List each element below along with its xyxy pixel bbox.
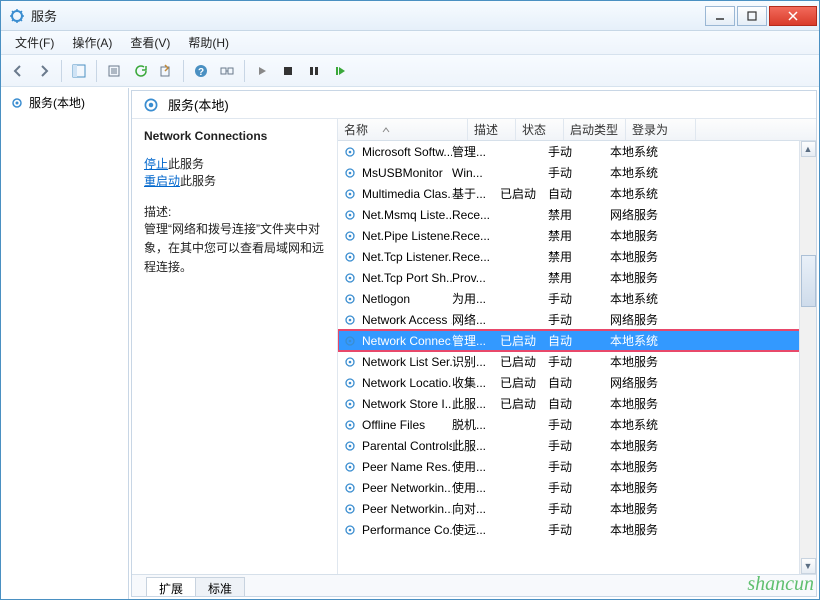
menu-help[interactable]: 帮助(H): [180, 31, 237, 54]
content-area: 服务(本地) 服务(本地) Network Connections 停止此服务 …: [1, 87, 819, 599]
col-logon[interactable]: 登录为: [626, 119, 696, 140]
scroll-down-button[interactable]: ▼: [801, 558, 816, 574]
tree-node-label: 服务(本地): [29, 94, 85, 111]
tab-extended[interactable]: 扩展: [146, 577, 196, 596]
service-row[interactable]: Peer Networkin...使用...手动本地服务: [338, 477, 816, 498]
menu-file[interactable]: 文件(F): [7, 31, 62, 54]
pause-service-button[interactable]: [303, 60, 325, 82]
scroll-thumb[interactable]: [801, 255, 816, 307]
col-status[interactable]: 状态: [516, 119, 564, 140]
panel-title: 服务(本地): [168, 95, 229, 114]
service-row[interactable]: Network Connec...管理...已启动自动本地系统: [338, 330, 816, 351]
maximize-button[interactable]: [737, 6, 767, 26]
restart-service-button[interactable]: [329, 60, 351, 82]
service-row[interactable]: Parental Controls此服...手动本地服务: [338, 435, 816, 456]
close-button[interactable]: [769, 6, 817, 26]
col-startup[interactable]: 启动类型: [564, 119, 626, 140]
description-text: 管理“网络和拨号连接”文件夹中对象，在其中您可以查看局域网和远程连接。: [144, 220, 325, 278]
vertical-scrollbar[interactable]: ▲ ▼: [799, 141, 816, 574]
service-row[interactable]: Network List Ser...识别...已启动手动本地服务: [338, 351, 816, 372]
service-row[interactable]: Offline Files脱机...手动本地系统: [338, 414, 816, 435]
tree-pane: 服务(本地): [1, 88, 129, 599]
service-row[interactable]: Net.Msmq Liste...Rece...禁用网络服务: [338, 204, 816, 225]
scroll-track[interactable]: [801, 157, 816, 558]
properties-button[interactable]: [103, 60, 125, 82]
column-headers: 名称 描述 状态 启动类型 登录为: [338, 119, 816, 141]
menu-action[interactable]: 操作(A): [64, 31, 120, 54]
services-icon: [9, 8, 25, 24]
service-row[interactable]: Net.Tcp Port Sh...Prov...禁用本地服务: [338, 267, 816, 288]
toolbar: ?: [1, 55, 819, 87]
tree-node-services-local[interactable]: 服务(本地): [7, 92, 122, 113]
service-row[interactable]: Peer Name Res...使用...手动本地服务: [338, 456, 816, 477]
start-service-button[interactable]: [251, 60, 273, 82]
minimize-button[interactable]: [705, 6, 735, 26]
service-row[interactable]: Microsoft Softw...管理...手动本地系统: [338, 141, 816, 162]
view-tabs: 扩展 标准: [132, 574, 816, 596]
export-button[interactable]: [155, 60, 177, 82]
service-row[interactable]: Net.Pipe Listene...Rece...禁用本地服务: [338, 225, 816, 246]
gear-icon: [9, 95, 25, 111]
window-title: 服务: [31, 6, 705, 25]
services-list: 名称 描述 状态 启动类型 登录为 Microsoft Softw...管理..…: [338, 119, 816, 574]
service-row[interactable]: Netlogon为用...手动本地系统: [338, 288, 816, 309]
connect-button[interactable]: [216, 60, 238, 82]
svg-text:?: ?: [198, 67, 204, 78]
stop-service-button[interactable]: [277, 60, 299, 82]
selected-service-name: Network Connections: [144, 129, 325, 143]
service-row[interactable]: Net.Tcp Listener...Rece...禁用本地服务: [338, 246, 816, 267]
detail-pane: Network Connections 停止此服务 重启动此服务 描述: 管理“…: [132, 119, 338, 574]
forward-button[interactable]: [33, 60, 55, 82]
service-row[interactable]: Peer Networkin...向对...手动本地服务: [338, 498, 816, 519]
help-button[interactable]: ?: [190, 60, 212, 82]
menubar: 文件(F) 操作(A) 查看(V) 帮助(H): [1, 31, 819, 55]
service-row[interactable]: Multimedia Clas...基于...已启动自动本地系统: [338, 183, 816, 204]
service-row[interactable]: Network Store I...此服...已启动自动本地服务: [338, 393, 816, 414]
stop-link[interactable]: 停止: [144, 157, 168, 171]
titlebar[interactable]: 服务: [1, 1, 819, 31]
scroll-up-button[interactable]: ▲: [801, 141, 816, 157]
services-window: 服务 文件(F) 操作(A) 查看(V) 帮助(H) ?: [0, 0, 820, 600]
col-desc[interactable]: 描述: [468, 119, 516, 140]
gear-icon: [142, 96, 160, 114]
col-name[interactable]: 名称: [338, 119, 468, 140]
panel-header: 服务(本地): [132, 91, 816, 119]
back-button[interactable]: [7, 60, 29, 82]
tab-standard[interactable]: 标准: [195, 577, 245, 596]
restart-link[interactable]: 重启动: [144, 174, 180, 188]
service-row[interactable]: Network Locatio...收集...已启动自动网络服务: [338, 372, 816, 393]
description-label: 描述:: [144, 203, 325, 220]
service-row[interactable]: Network Access ...网络...手动网络服务: [338, 309, 816, 330]
menu-view[interactable]: 查看(V): [122, 31, 178, 54]
right-pane: 服务(本地) Network Connections 停止此服务 重启动此服务 …: [131, 90, 817, 597]
service-row[interactable]: MsUSBMonitorWin...手动本地系统: [338, 162, 816, 183]
refresh-button[interactable]: [129, 60, 151, 82]
show-hide-tree-button[interactable]: [68, 60, 90, 82]
service-row[interactable]: Performance Co...使远...手动本地服务: [338, 519, 816, 540]
